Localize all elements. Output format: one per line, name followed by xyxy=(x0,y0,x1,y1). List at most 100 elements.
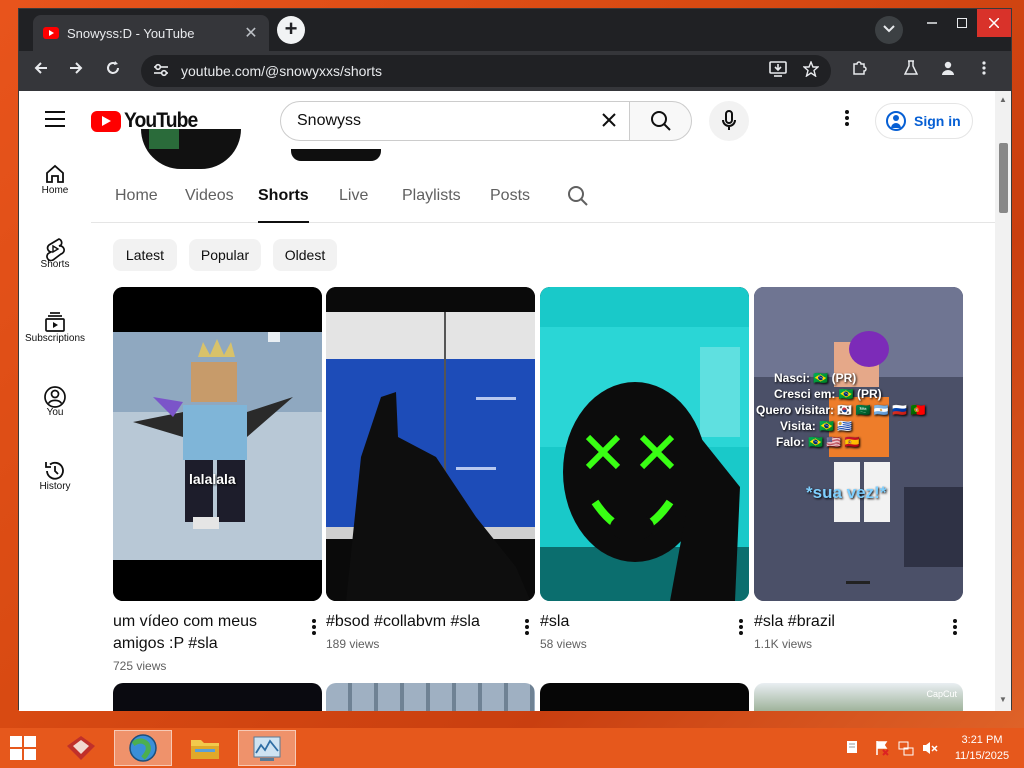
short-menu-icon[interactable] xyxy=(953,619,957,640)
sign-in-label: Sign in xyxy=(914,113,961,129)
tray-network-icon[interactable] xyxy=(898,740,914,759)
short-thumbnail[interactable]: Nasci: 🇧🇷 (PR) Cresci em: 🇧🇷 (PR) Quero … xyxy=(754,287,963,601)
sidebar-item-subscriptions[interactable]: Subscriptions xyxy=(19,299,91,373)
tab-live[interactable]: Live xyxy=(339,187,368,223)
flask-icon xyxy=(903,60,919,75)
short-views: 58 views xyxy=(540,637,587,651)
short-thumbnail-row2[interactable]: CapCut xyxy=(754,683,963,711)
taskbar-app-monitor[interactable] xyxy=(238,730,296,766)
flags-overlay-bottom: *sua vez!* xyxy=(806,483,887,502)
short-menu-icon[interactable] xyxy=(739,619,743,640)
page-scrollbar[interactable]: ▲ ▼ xyxy=(995,91,1011,711)
taskbar-app-browser[interactable] xyxy=(114,730,172,766)
tab-posts[interactable]: Posts xyxy=(490,187,530,223)
short-title[interactable]: #sla #brazil xyxy=(754,611,934,633)
scrollbar-thumb[interactable] xyxy=(999,143,1008,213)
browser-titlebar: Snowyss:D - YouTube ✕ + xyxy=(19,9,1011,51)
browser-toolbar: youtube.com/@snowyxxs/shorts xyxy=(19,51,1011,91)
flags-overlay-line: Cresci em: 🇧🇷 (PR) xyxy=(774,387,882,401)
sidebar-label-shorts: Shorts xyxy=(40,259,70,270)
taskbar-app-explorer[interactable] xyxy=(176,730,234,766)
tab-videos[interactable]: Videos xyxy=(185,187,234,223)
thumbnail-overlay-text: lalalala xyxy=(189,471,236,487)
chevron-down-icon xyxy=(883,25,895,33)
window-minimize-button[interactable] xyxy=(917,9,947,37)
voice-search-button[interactable] xyxy=(709,101,749,141)
sidebar-item-home[interactable]: Home xyxy=(19,151,91,225)
mini-guide-sidebar: Home Shorts Subscriptions You History xyxy=(19,151,91,521)
you-icon xyxy=(44,386,66,408)
close-icon xyxy=(988,17,1000,29)
windows-taskbar: 3:21 PM 11/15/2025 xyxy=(0,728,1024,768)
taskbar-app-collab[interactable] xyxy=(52,730,110,766)
sidebar-item-shorts[interactable]: Shorts xyxy=(19,225,91,299)
install-app-icon[interactable] xyxy=(769,61,787,81)
short-menu-icon[interactable] xyxy=(312,619,316,640)
new-tab-button[interactable]: + xyxy=(277,16,305,44)
youtube-play-icon xyxy=(91,110,121,132)
search-value: Snowyss xyxy=(297,112,362,129)
address-bar[interactable]: youtube.com/@snowyxxs/shorts xyxy=(141,55,831,87)
sidebar-item-you[interactable]: You xyxy=(19,373,91,447)
back-button[interactable] xyxy=(27,57,55,85)
short-thumbnail-row2[interactable] xyxy=(326,683,535,711)
youtube-masthead: YouTube Snowyss Sign in xyxy=(19,91,995,151)
search-input[interactable]: Snowyss xyxy=(280,101,630,141)
guide-menu-icon[interactable] xyxy=(45,111,65,127)
short-title[interactable]: #bsod #collabvm #sla xyxy=(326,611,506,633)
subscriptions-icon xyxy=(45,312,65,332)
short-thumbnail-row2[interactable] xyxy=(540,683,749,711)
profile-button[interactable] xyxy=(934,57,962,85)
short-card[interactable]: #sla 58 views xyxy=(540,287,749,651)
window-maximize-button[interactable] xyxy=(947,9,977,37)
short-card[interactable]: Nasci: 🇧🇷 (PR) Cresci em: 🇧🇷 (PR) Quero … xyxy=(754,287,963,651)
scroll-down-icon[interactable]: ▼ xyxy=(999,695,1007,704)
short-card[interactable]: #bsod #collabvm #sla 189 views xyxy=(326,287,535,651)
bookmark-star-icon[interactable] xyxy=(802,60,820,81)
site-info-icon[interactable] xyxy=(153,63,169,80)
maximize-icon xyxy=(957,18,967,28)
chip-popular[interactable]: Popular xyxy=(189,239,261,271)
short-thumbnail-row2[interactable] xyxy=(113,683,322,711)
chip-oldest[interactable]: Oldest xyxy=(273,239,337,271)
taskbar-clock[interactable]: 3:21 PM 11/15/2025 xyxy=(948,732,1016,764)
sign-in-button[interactable]: Sign in xyxy=(875,103,973,139)
short-title[interactable]: #sla xyxy=(540,611,720,633)
flags-overlay-line: Falo: 🇧🇷 🇺🇸 🇪🇸 xyxy=(776,435,860,449)
short-title[interactable]: um vídeo com meus amigos :P #sla xyxy=(113,611,293,655)
browser-tab-youtube[interactable]: Snowyss:D - YouTube ✕ xyxy=(33,15,269,51)
reload-button[interactable] xyxy=(99,57,127,85)
sidebar-item-history[interactable]: History xyxy=(19,447,91,521)
tray-flag-icon[interactable] xyxy=(874,740,890,759)
short-thumbnail[interactable]: lalalala xyxy=(113,287,322,601)
tray-volume-muted-icon[interactable] xyxy=(922,740,938,759)
labs-button[interactable] xyxy=(897,57,925,85)
shorts-icon xyxy=(46,238,65,262)
extensions-button[interactable] xyxy=(845,57,873,85)
tab-home[interactable]: Home xyxy=(115,187,158,223)
clear-search-icon[interactable] xyxy=(589,108,629,134)
channel-search-button[interactable] xyxy=(567,185,589,212)
scroll-up-icon[interactable]: ▲ xyxy=(999,95,1007,104)
tab-search-button[interactable] xyxy=(875,16,903,44)
chip-latest[interactable]: Latest xyxy=(113,239,177,271)
short-menu-icon[interactable] xyxy=(525,619,529,640)
tab-playlists[interactable]: Playlists xyxy=(402,187,461,223)
more-vertical-icon xyxy=(982,61,986,75)
short-views: 189 views xyxy=(326,637,380,651)
window-close-button[interactable] xyxy=(977,9,1011,37)
start-button[interactable] xyxy=(10,736,36,760)
browser-menu-button[interactable] xyxy=(970,57,998,85)
sidebar-label-home: Home xyxy=(41,185,69,196)
short-thumbnail[interactable] xyxy=(540,287,749,601)
tab-shorts[interactable]: Shorts xyxy=(258,187,309,223)
short-card[interactable]: lalalala um vídeo com meus amigos :P #sl… xyxy=(113,287,322,673)
tray-notes-icon[interactable] xyxy=(846,740,858,757)
youtube-logo[interactable]: YouTube xyxy=(91,109,204,133)
search-button[interactable] xyxy=(629,101,692,141)
tab-close-icon[interactable]: ✕ xyxy=(243,23,259,43)
tab-title: Snowyss:D - YouTube xyxy=(67,25,195,41)
settings-more-icon[interactable] xyxy=(839,109,855,133)
short-thumbnail[interactable] xyxy=(326,287,535,601)
forward-button[interactable] xyxy=(62,57,90,85)
